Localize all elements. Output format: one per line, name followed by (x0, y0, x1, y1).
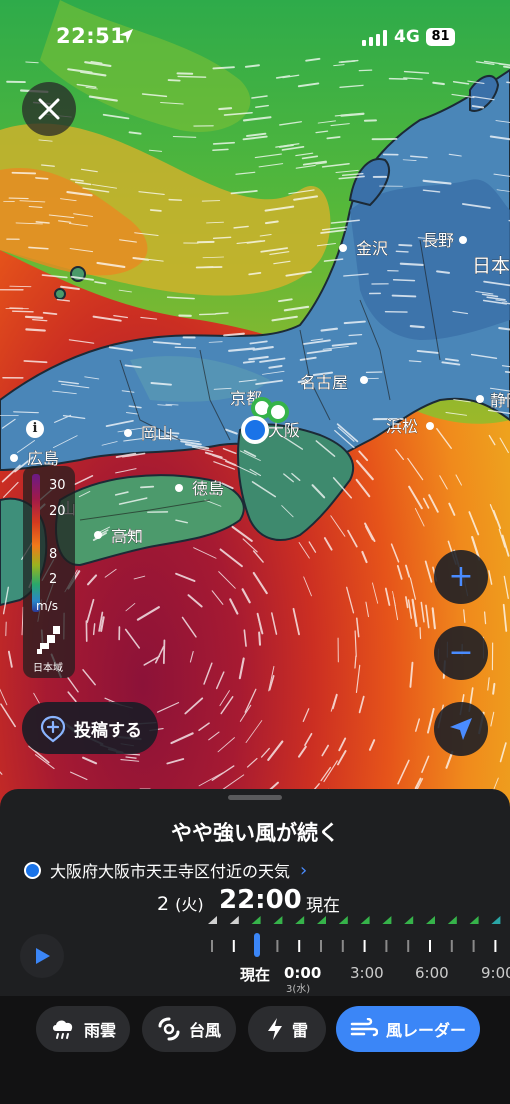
city-label: 大阪 (268, 421, 300, 440)
layer-tab-bar: 雨雲 台風 雷 風レーダー (0, 996, 510, 1104)
legend-tick: 30 (49, 478, 66, 493)
chevron-right-icon: › (300, 859, 308, 881)
plus-icon: + (448, 559, 474, 594)
japan-map-icon (37, 626, 60, 654)
sheet-grabber[interactable] (228, 795, 282, 800)
close-icon (38, 98, 60, 120)
wind-flag-icon (404, 916, 414, 924)
city-label: 高知 (111, 527, 143, 546)
wind-flag-icon (273, 916, 283, 924)
tab-typhoon[interactable]: 台風 (142, 1006, 236, 1052)
city-label: 浜松 (386, 417, 418, 436)
location-row[interactable]: 大阪府大阪市天王寺区付近の天気 › (24, 859, 307, 881)
timeline-tick-sub: 3(水) (286, 983, 310, 994)
tab-label: 雷 (291, 1021, 308, 1040)
timeline-tick (363, 940, 366, 952)
location-name: 大阪府大阪市天王寺区付近の天気 (50, 862, 291, 881)
location-dot-icon (24, 861, 41, 879)
timeline-tick (211, 940, 213, 952)
post-button[interactable]: 投稿する (22, 702, 158, 754)
timeline-tick (298, 940, 301, 952)
timeline-scrubber[interactable]: 現在 0:00 3(水) 3:00 6:00 9:00 (200, 914, 510, 994)
battery-level: 81 (431, 29, 450, 44)
battery-icon: 81 (426, 28, 455, 46)
lightning-icon (267, 1018, 282, 1040)
date-time: 22:00 (219, 885, 302, 915)
zoom-in-button[interactable]: + (434, 550, 488, 604)
locate-me-button[interactable] (434, 702, 488, 756)
wind-flag-icon (317, 916, 326, 924)
location-services-icon (119, 29, 133, 43)
play-button[interactable] (20, 934, 64, 978)
city-label: 徳島 (192, 479, 224, 498)
play-icon (36, 948, 50, 964)
timeline-tick (472, 940, 475, 952)
timeline-tick (276, 940, 279, 952)
wind-speed-legend[interactable]: 30 20 8 2 m/s 日本域 (23, 466, 75, 678)
wind-flag-icon (469, 916, 479, 924)
city-label: 長野 (422, 231, 454, 250)
timeline-tick (320, 940, 322, 952)
date-now-label: 現在 (306, 896, 340, 916)
close-button[interactable] (22, 82, 76, 136)
timeline-cursor[interactable] (254, 933, 260, 957)
minus-icon: − (448, 635, 474, 670)
post-pin-icon (40, 715, 66, 743)
tab-label: 台風 (188, 1021, 221, 1040)
legend-tick: 20 (49, 504, 66, 519)
timeline-tick (407, 940, 410, 952)
wind-icon (350, 1018, 378, 1037)
rain-cloud-icon (52, 1020, 73, 1039)
date-day: 2 (火) (157, 893, 204, 915)
timeline-tick (429, 940, 431, 952)
status-time: 22:51 (56, 24, 126, 48)
wind-flag-icon (208, 916, 217, 924)
city-label: 名古屋 (300, 373, 348, 392)
legend-color-scale (32, 474, 40, 612)
network-type: 4G (394, 27, 420, 47)
city-label: 金沢 (356, 239, 388, 258)
timeline-tick (494, 940, 497, 952)
city-label: 岡山 (141, 424, 173, 443)
legend-unit: m/s (36, 599, 58, 613)
tab-label: 風レーダー (385, 1021, 466, 1040)
timeline-tick (341, 940, 344, 952)
wind-flag-icon (360, 916, 370, 924)
tab-rain-cloud[interactable]: 雨雲 (36, 1006, 130, 1052)
wind-flag-icon (491, 916, 501, 924)
tab-wind-radar[interactable]: 風レーダー (336, 1006, 480, 1052)
tab-label: 雨雲 (83, 1021, 116, 1040)
legend-region: 日本域 (33, 663, 63, 674)
timeline-now-label: 現在 (240, 966, 270, 984)
wind-flag-icon (251, 916, 261, 924)
timeline-tick (232, 940, 235, 952)
current-location-marker (241, 416, 269, 444)
wind-flag-icon (338, 916, 348, 924)
wind-flag-icon (447, 916, 457, 924)
timeline-tick-label: 6:00 (415, 964, 449, 982)
timeline-tick (385, 940, 388, 952)
timeline-tick (450, 940, 453, 952)
legend-tick: 8 (49, 547, 58, 562)
timeline-tick-label: 0:00 (284, 964, 321, 982)
typhoon-icon (158, 1017, 180, 1041)
tab-lightning[interactable]: 雷 (248, 1006, 326, 1052)
timeline-tick-label: 3:00 (350, 964, 384, 982)
cellular-signal-icon (362, 30, 387, 46)
legend-tick: 2 (49, 572, 58, 587)
timeline-tick-label: 9:00 (481, 964, 510, 982)
wind-flag-icon (382, 916, 392, 924)
zoom-out-button[interactable]: − (434, 626, 488, 680)
forecast-headline: やや強い風が続く (171, 821, 339, 845)
info-icon[interactable]: i (26, 420, 44, 438)
wind-flag-icon (426, 916, 435, 924)
wind-flag-icon (229, 916, 239, 924)
post-button-label: 投稿する (74, 720, 142, 741)
navigation-arrow-icon (450, 718, 472, 740)
city-label: 静岡 (490, 391, 510, 410)
status-bar: 22:51 4G 81 (0, 0, 510, 70)
city-label: 日本 (472, 255, 510, 277)
wind-flag-icon (295, 916, 305, 924)
